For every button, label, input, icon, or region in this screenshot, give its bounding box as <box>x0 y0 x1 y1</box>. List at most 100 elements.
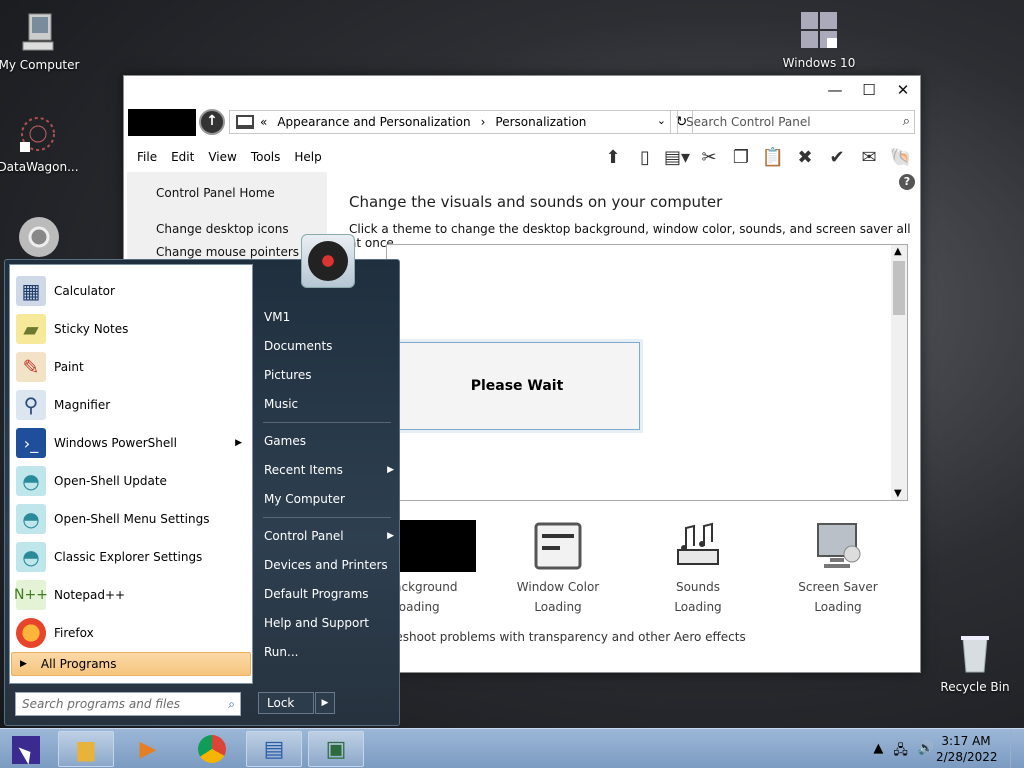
properties-icon[interactable]: ✔ <box>824 144 850 170</box>
email-icon[interactable]: ✉ <box>856 144 882 170</box>
paint-icon: ✎ <box>16 352 46 382</box>
search-control-panel-input[interactable]: Search Control Panel ⌕ <box>677 110 915 134</box>
scroll-up-icon[interactable]: ▲ <box>894 246 902 257</box>
search-icon[interactable]: ⌕ <box>903 111 910 133</box>
option-window-color[interactable]: Window Color Loading <box>498 520 618 614</box>
start-link-devices-printers[interactable]: Devices and Printers <box>264 554 396 576</box>
troubleshoot-link[interactable]: leshoot problems with transparency and o… <box>392 630 746 644</box>
menu-help[interactable]: Help <box>294 150 321 164</box>
desktop-icon-chrome[interactable] <box>0 215 84 263</box>
delete-icon[interactable]: ✖ <box>792 144 818 170</box>
menu-file[interactable]: File <box>137 150 157 164</box>
app-paint[interactable]: ✎ Paint <box>16 349 248 385</box>
desktop-icon-datawagon[interactable]: DataWagon... <box>0 112 83 174</box>
user-picture[interactable] <box>301 234 355 288</box>
maximize-button[interactable]: ☐ <box>852 76 886 104</box>
desktop-icon-label: DataWagon... <box>0 160 79 174</box>
back-forward-area[interactable] <box>128 109 196 136</box>
start-link-help-support[interactable]: Help and Support <box>264 612 396 634</box>
start-search-input[interactable]: Search programs and files ⌕ <box>15 692 241 716</box>
all-programs-button[interactable]: ▶ All Programs <box>11 652 251 676</box>
breadcrumb-personalization[interactable]: Personalization <box>495 115 586 129</box>
app-classic-explorer-settings[interactable]: ◓ Classic Explorer Settings <box>16 539 248 575</box>
mouse-cursor-icon <box>18 743 36 765</box>
desktop-icon-label: My Computer <box>0 58 80 72</box>
start-link-documents[interactable]: Documents <box>264 335 396 357</box>
menu-view[interactable]: View <box>208 150 236 164</box>
start-link-run[interactable]: Run... <box>264 641 396 663</box>
start-link-default-programs[interactable]: Default Programs <box>264 583 396 605</box>
calculator-icon: ▦ <box>16 276 46 306</box>
clock[interactable]: 3:17 AM 2/28/2022 <box>936 733 998 765</box>
app-notepad-plus-plus[interactable]: N++ Notepad++ <box>14 577 248 613</box>
show-desktop-button[interactable] <box>1010 729 1024 768</box>
address-bar[interactable]: « Appearance and Personalization › Perso… <box>229 110 671 134</box>
start-link-vm1[interactable]: VM1 <box>264 306 396 328</box>
shell-icon: ◓ <box>16 466 46 496</box>
window-icon: ▣ <box>325 736 347 762</box>
paste-icon[interactable]: 📋 <box>760 144 786 170</box>
app-windows-powershell[interactable]: ›_ Windows PowerShell ▶ <box>16 425 248 461</box>
folders-pane-icon[interactable]: ▯ <box>632 144 658 170</box>
menu-tools[interactable]: Tools <box>251 150 281 164</box>
link-control-panel-home[interactable]: Control Panel Home <box>156 186 275 200</box>
desktop-icon-recycle-bin[interactable]: Recycle Bin <box>930 632 1020 694</box>
start-menu-programs: ▦ Calculator ▰ Sticky Notes ✎ Paint ⚲ Magnif… <box>9 264 253 684</box>
chrome-icon <box>198 735 226 763</box>
up-level-icon[interactable]: ⬆ <box>600 144 626 170</box>
shutdown-options-arrow-icon[interactable]: ▶ <box>315 692 335 714</box>
close-button[interactable]: ✕ <box>886 76 920 104</box>
taskbar-media-player[interactable]: ▶ <box>120 731 176 767</box>
app-sticky-notes[interactable]: ▰ Sticky Notes <box>16 311 248 347</box>
app-open-shell-menu-settings[interactable]: ◓ Open-Shell Menu Settings <box>16 501 248 537</box>
menu-edit[interactable]: Edit <box>171 150 194 164</box>
breadcrumb-appearance[interactable]: Appearance and Personalization <box>277 115 470 129</box>
taskbar-control-panel[interactable]: ▤ <box>246 731 302 767</box>
window-color-icon <box>532 520 584 572</box>
app-magnifier[interactable]: ⚲ Magnifier <box>16 387 248 423</box>
search-icon[interactable]: ⌕ <box>228 693 235 715</box>
start-link-music[interactable]: Music <box>264 393 396 415</box>
start-link-recent-items[interactable]: Recent Items ▶ <box>264 459 396 481</box>
link-change-desktop-icons[interactable]: Change desktop icons <box>156 222 289 236</box>
recycle-bin-icon <box>953 632 997 676</box>
app-firefox[interactable]: Firefox <box>16 615 248 651</box>
scroll-down-icon[interactable]: ▼ <box>894 488 902 499</box>
page-title: Change the visuals and sounds on your co… <box>349 193 723 211</box>
start-link-games[interactable]: Games <box>264 430 396 452</box>
option-status: Loading <box>674 600 722 614</box>
link-change-mouse-pointers[interactable]: Change mouse pointers <box>156 245 299 259</box>
taskbar-file-explorer[interactable]: ▆ <box>58 731 114 767</box>
option-screen-saver[interactable]: Screen Saver Loading <box>778 520 898 614</box>
start-link-my-computer[interactable]: My Computer <box>264 488 396 510</box>
shell-settings-icon[interactable]: 🐚 <box>888 144 914 170</box>
app-open-shell-update[interactable]: ◓ Open-Shell Update <box>16 463 248 499</box>
clock-time: 3:17 AM <box>941 734 991 748</box>
desktop-icon-my-computer[interactable]: My Computer <box>0 10 84 72</box>
themes-scrollbar[interactable]: ▲ ▼ <box>891 245 907 500</box>
menu-bar: File Edit View Tools Help <box>137 150 322 164</box>
search-placeholder: Search Control Panel <box>686 115 811 129</box>
breadcrumb-prefix[interactable]: « <box>260 115 267 129</box>
cut-icon[interactable]: ✂ <box>696 144 722 170</box>
minimize-button[interactable]: — <box>818 76 852 104</box>
up-arrow-icon[interactable]: ↑ <box>199 109 225 135</box>
start-link-control-panel[interactable]: Control Panel ▶ <box>264 525 396 547</box>
start-button[interactable] <box>12 736 40 765</box>
taskbar-notepad[interactable]: ▣ <box>308 731 364 767</box>
volume-icon[interactable]: 🔊 <box>918 741 934 763</box>
network-icon[interactable]: 🖧 <box>893 741 908 763</box>
lock-button[interactable]: Lock <box>258 692 314 714</box>
desktop-icon-windows10[interactable]: Windows 10 <box>774 8 864 70</box>
show-hidden-icons-icon[interactable]: ▲ <box>873 741 883 763</box>
option-sounds[interactable]: Sounds Loading <box>638 520 758 614</box>
help-icon[interactable]: ? <box>899 174 915 190</box>
app-calculator[interactable]: ▦ Calculator <box>16 273 248 309</box>
scroll-thumb[interactable] <box>893 261 905 315</box>
copy-icon[interactable]: ❐ <box>728 144 754 170</box>
taskbar-chrome[interactable] <box>184 731 240 767</box>
chevron-down-icon[interactable]: ⌄ <box>657 114 666 127</box>
view-mode-icon[interactable]: ▤▾ <box>664 144 690 170</box>
start-link-pictures[interactable]: Pictures <box>264 364 396 386</box>
desktop-icon-label: Windows 10 <box>782 56 856 70</box>
